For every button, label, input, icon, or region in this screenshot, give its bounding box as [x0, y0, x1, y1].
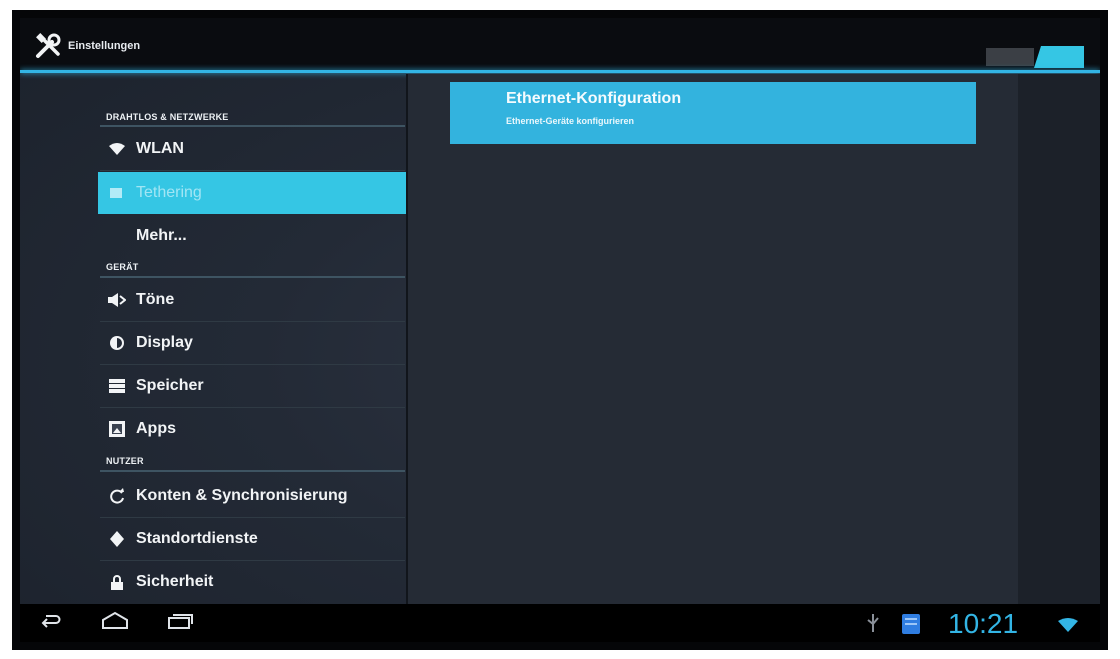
speaker-icon	[102, 293, 132, 307]
settings-list: DRAHTLOS & NETZWERKE WLAN Tethering Mehr…	[20, 74, 406, 604]
settings-item-label: Mehr...	[136, 227, 187, 244]
detail-pane	[408, 74, 1018, 604]
settings-item-storage[interactable]: Speicher	[98, 366, 406, 406]
settings-item-label: Sicherheit	[136, 573, 214, 590]
list-separator	[100, 364, 405, 365]
master-toggle-switch[interactable]	[986, 46, 1084, 68]
apps-icon	[102, 421, 132, 437]
settings-item-label: Speicher	[136, 377, 204, 394]
settings-item-label: Töne	[136, 291, 175, 308]
section-divider	[100, 470, 405, 472]
ethernet-config-title: Ethernet-Konfiguration	[506, 90, 682, 107]
storage-icon	[102, 379, 132, 393]
section-divider	[100, 276, 405, 278]
lock-icon	[102, 574, 132, 590]
back-icon[interactable]	[38, 610, 62, 632]
settings-item-accounts[interactable]: Konten & Synchronisierung	[98, 476, 406, 516]
list-separator	[100, 517, 405, 518]
section-header-wireless: DRAHTLOS & NETZWERKE	[106, 112, 229, 122]
location-icon	[102, 531, 132, 547]
settings-item-location[interactable]: Standortdienste	[98, 519, 406, 559]
toggle-off-track	[986, 48, 1034, 66]
toggle-on-thumb	[1034, 46, 1084, 68]
tethering-icon	[102, 185, 132, 201]
wifi-signal-icon	[1058, 618, 1078, 632]
ethernet-config-subtitle: Ethernet-Geräte konfigurieren	[506, 116, 635, 126]
settings-item-wlan[interactable]: WLAN	[98, 129, 406, 169]
settings-item-apps[interactable]: Apps	[98, 409, 406, 449]
settings-item-tethering[interactable]: Tethering	[98, 172, 406, 214]
settings-tools-icon[interactable]	[34, 32, 64, 62]
wifi-icon	[102, 143, 132, 155]
settings-item-label: Display	[136, 334, 193, 351]
settings-item-sound[interactable]: Töne	[98, 280, 406, 320]
system-nav-bar	[20, 604, 1100, 642]
section-divider	[100, 125, 405, 127]
sync-icon	[102, 488, 132, 504]
settings-item-security[interactable]: Sicherheit	[98, 562, 406, 602]
settings-item-label: Konten & Synchronisierung	[136, 487, 348, 504]
action-bar-accent-line	[20, 70, 1100, 73]
detail-pane-margin	[1018, 74, 1100, 604]
usb-icon	[867, 614, 879, 632]
section-header-user: NUTZER	[106, 456, 144, 466]
list-separator	[100, 407, 405, 408]
section-header-device: GERÄT	[106, 262, 139, 272]
list-separator	[100, 560, 405, 561]
notification-icon[interactable]	[902, 614, 920, 634]
settings-item-display[interactable]: Display	[98, 323, 406, 363]
screen: Einstellungen DRAHTLOS & NETZWERKE WLAN …	[20, 18, 1100, 642]
status-clock[interactable]: 10:21	[948, 608, 1018, 640]
brightness-icon	[102, 335, 132, 351]
recent-apps-icon[interactable]	[166, 610, 194, 632]
settings-item-label: WLAN	[136, 140, 184, 157]
app-title: Einstellungen	[68, 40, 141, 52]
settings-item-label: Apps	[136, 420, 176, 437]
ethernet-config-item[interactable]: Ethernet-Konfiguration Ethernet-Geräte k…	[450, 82, 976, 144]
settings-item-label: Standortdienste	[136, 530, 258, 547]
settings-item-label: Tethering	[136, 184, 202, 201]
list-separator	[100, 321, 405, 322]
list-separator	[100, 170, 405, 171]
home-icon[interactable]	[100, 610, 130, 632]
settings-item-more[interactable]: Mehr...	[98, 216, 406, 256]
action-bar: Einstellungen	[20, 18, 1100, 70]
